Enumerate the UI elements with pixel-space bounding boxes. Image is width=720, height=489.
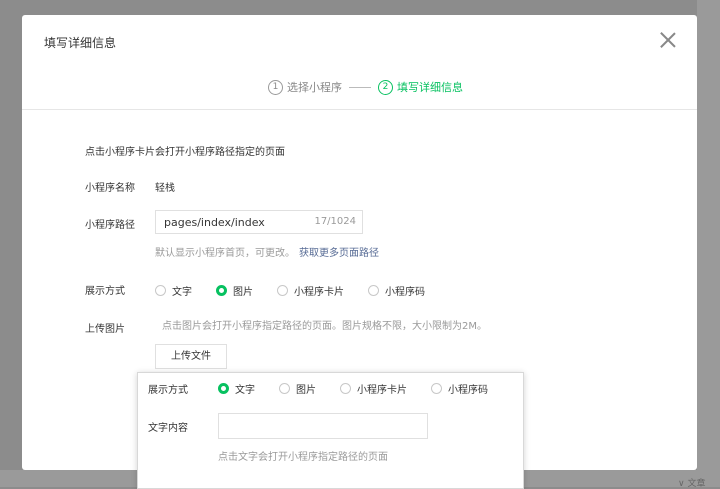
text-display-popup: 展示方式 文字 图片 小程序卡片 小程序码 文字内容 点击文字会打开小程序指定路… [137, 372, 524, 489]
path-input-value: pages/index/index [164, 216, 265, 229]
display-option-label: 图片 [233, 287, 253, 298]
path-hint: 默认显示小程序首页，可更改。 获取更多页面路径 [155, 244, 379, 259]
popup-option-label: 图片 [296, 385, 316, 396]
background-fragment: ∨ 文章 [678, 479, 706, 489]
popup-display-label: 展示方式 [148, 385, 188, 396]
path-char-count: 17/1024 [314, 216, 356, 227]
popup-option-label: 文字 [235, 385, 255, 396]
popup-option-label: 小程序卡片 [357, 385, 407, 396]
popup-option-card[interactable]: 小程序卡片 [340, 381, 407, 396]
name-label: 小程序名称 [85, 183, 135, 194]
display-option-text[interactable]: 文字 [155, 283, 192, 298]
step-indicator: 1 选择小程序 2 填写详细信息 [268, 79, 463, 95]
text-content-label: 文字内容 [148, 423, 188, 434]
text-content-hint: 点击文字会打开小程序指定路径的页面 [218, 452, 388, 463]
popup-option-image[interactable]: 图片 [279, 381, 316, 396]
card-hint: 点击小程序卡片会打开小程序路径指定的页面 [85, 147, 285, 158]
close-icon[interactable] [658, 30, 678, 50]
step-2: 2 填写详细信息 [378, 79, 463, 95]
background-page-side [697, 0, 720, 487]
radio-checked-icon [218, 383, 229, 394]
path-input[interactable]: pages/index/index 17/1024 [155, 210, 363, 234]
header-divider [22, 109, 697, 110]
display-radio-group: 文字 图片 小程序卡片 小程序码 [155, 283, 449, 298]
display-label: 展示方式 [85, 286, 125, 297]
path-hint-text: 默认显示小程序首页，可更改。 [155, 248, 295, 259]
upload-hint: 点击图片会打开小程序指定路径的页面。图片规格不限，大小限制为2M。 [162, 321, 487, 332]
step-1-number: 1 [268, 79, 283, 95]
radio-icon [279, 383, 290, 394]
path-label: 小程序路径 [85, 220, 135, 231]
popup-display-radio-group: 文字 图片 小程序卡片 小程序码 [218, 381, 512, 396]
step-2-number: 2 [378, 79, 393, 95]
step-1: 1 选择小程序 [268, 79, 342, 95]
step-1-label: 选择小程序 [287, 81, 342, 94]
radio-checked-icon [216, 285, 227, 296]
radio-icon [368, 285, 379, 296]
popup-option-label: 小程序码 [448, 385, 488, 396]
upload-label: 上传图片 [85, 324, 125, 335]
radio-icon [277, 285, 288, 296]
display-option-card[interactable]: 小程序卡片 [277, 283, 344, 298]
radio-icon [155, 285, 166, 296]
step-connector [349, 86, 371, 88]
display-option-label: 文字 [172, 287, 192, 298]
radio-icon [340, 383, 351, 394]
text-content-input[interactable] [218, 413, 428, 439]
step-2-label: 填写详细信息 [397, 81, 463, 94]
dialog-title: 填写详细信息 [44, 36, 117, 50]
display-option-qrcode[interactable]: 小程序码 [368, 283, 425, 298]
name-value: 轻栈 [155, 183, 175, 194]
more-paths-link[interactable]: 获取更多页面路径 [299, 248, 379, 259]
upload-button[interactable]: 上传文件 [155, 344, 227, 369]
display-option-label: 小程序码 [385, 287, 425, 298]
display-option-label: 小程序卡片 [294, 287, 344, 298]
radio-icon [431, 383, 442, 394]
popup-option-text[interactable]: 文字 [218, 381, 255, 396]
display-option-image[interactable]: 图片 [216, 283, 253, 298]
popup-option-qrcode[interactable]: 小程序码 [431, 381, 488, 396]
